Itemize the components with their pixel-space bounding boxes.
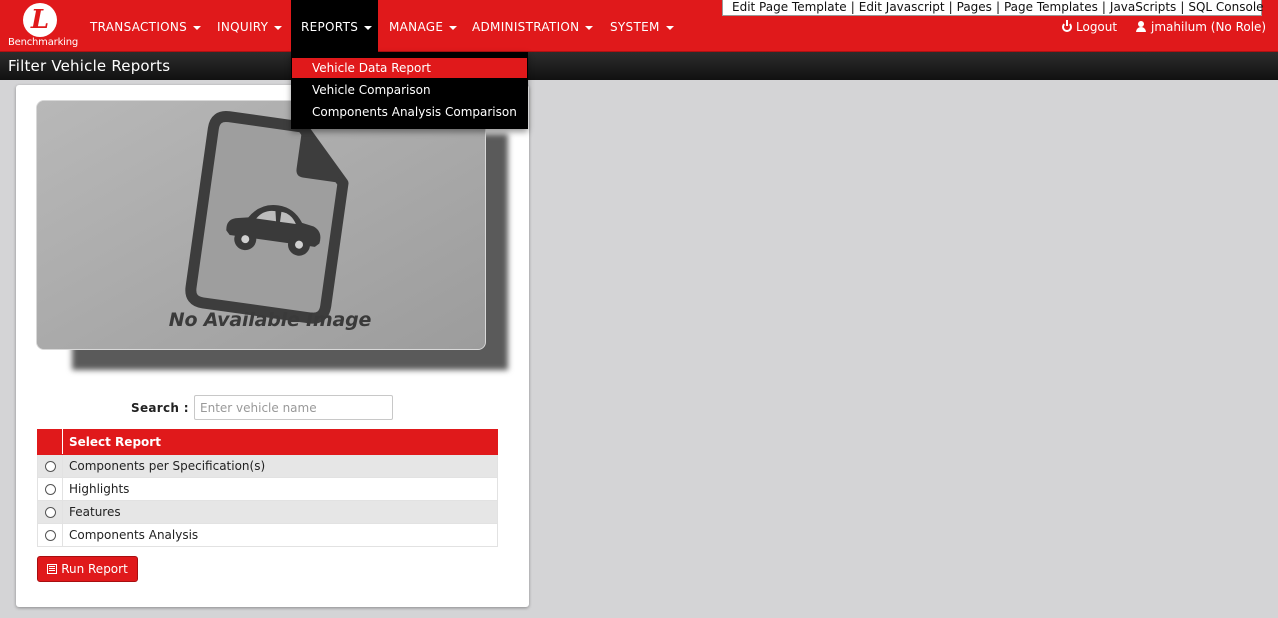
radio-cell xyxy=(37,454,63,478)
user-icon xyxy=(1136,21,1146,32)
search-label: Search : xyxy=(131,401,189,415)
page-header-bar: Filter Vehicle Reports xyxy=(0,52,1278,80)
user-menu[interactable]: jmahilum (No Role) xyxy=(1136,20,1266,34)
devbar-link-javascripts[interactable]: JavaScripts xyxy=(1110,0,1176,14)
list-icon xyxy=(47,564,58,574)
logo-letter: L xyxy=(30,5,50,35)
run-report-button[interactable]: Run Report xyxy=(37,556,138,582)
caret-down-icon xyxy=(274,25,283,30)
nav-label: SYSTEM xyxy=(610,20,660,34)
nav-label: MANAGE xyxy=(389,20,444,34)
nav-label: INQUIRY xyxy=(217,20,269,34)
power-icon xyxy=(1062,20,1072,32)
brand-logo[interactable]: L Benchmarking xyxy=(6,3,78,50)
caret-down-icon xyxy=(585,25,594,30)
devbar-link-edit-page-template[interactable]: Edit Page Template xyxy=(732,0,847,14)
no-image-placeholder: No Available Image xyxy=(36,100,486,350)
radio-cell xyxy=(37,523,63,547)
table-row[interactable]: Highlights xyxy=(37,477,498,501)
menu-item-components-analysis-comparison[interactable]: Components Analysis Comparison xyxy=(292,102,527,122)
logo-circle: L xyxy=(23,3,57,37)
report-name: Highlights xyxy=(62,477,498,501)
logout-label: Logout xyxy=(1076,20,1118,34)
no-image-caption: No Available Image xyxy=(168,309,372,331)
table-row[interactable]: Features xyxy=(37,500,498,524)
separator: | xyxy=(1180,0,1185,14)
brand-name: Benchmarking xyxy=(8,37,79,48)
nav-label: REPORTS xyxy=(301,20,359,34)
user-name: jmahilum (No Role) xyxy=(1151,20,1267,34)
report-radio[interactable] xyxy=(44,507,56,518)
radio-cell xyxy=(37,477,63,501)
devbar-link-page-templates[interactable]: Page Templates xyxy=(1004,0,1098,14)
devbar-link-edit-javascript[interactable]: Edit Javascript xyxy=(859,0,945,14)
table-row[interactable]: Components per Specification(s) xyxy=(37,454,498,478)
radio-cell xyxy=(37,500,63,524)
caret-down-icon xyxy=(364,25,373,30)
menu-item-vehicle-data-report[interactable]: Vehicle Data Report xyxy=(292,58,527,78)
vehicle-search-input[interactable] xyxy=(194,395,393,420)
filter-panel: No Available Image Search : Select Repor… xyxy=(16,85,529,607)
nav-label: ADMINISTRATION xyxy=(472,20,580,34)
nav-inquiry[interactable]: INQUIRY xyxy=(207,0,292,52)
separator: | xyxy=(995,0,1000,14)
logout-link[interactable]: Logout xyxy=(1062,20,1117,34)
report-name: Components per Specification(s) xyxy=(62,454,498,478)
vehicle-image-frame: No Available Image xyxy=(36,100,511,375)
devbar-link-sql-console[interactable]: SQL Console xyxy=(1188,0,1263,14)
report-radio[interactable] xyxy=(44,484,56,495)
nav-reports[interactable]: REPORTS xyxy=(291,0,378,52)
nav-transactions[interactable]: TRANSACTIONS xyxy=(80,0,211,52)
nav-system[interactable]: SYSTEM xyxy=(600,0,684,52)
report-select-table: Select Report Components per Specificati… xyxy=(37,429,498,547)
report-name: Features xyxy=(62,500,498,524)
dev-toolbar: Edit Page Template | Edit Javascript | Pages… xyxy=(722,0,1264,16)
report-radio[interactable] xyxy=(44,530,56,541)
report-name: Components Analysis xyxy=(62,523,498,547)
report-radio[interactable] xyxy=(44,461,56,472)
nav-administration[interactable]: ADMINISTRATION xyxy=(462,0,603,52)
table-row[interactable]: Components Analysis xyxy=(37,523,498,547)
caret-down-icon xyxy=(193,25,202,30)
menu-item-vehicle-comparison[interactable]: Vehicle Comparison xyxy=(292,80,527,100)
caret-down-icon xyxy=(665,25,674,30)
caret-down-icon xyxy=(449,25,458,30)
separator: | xyxy=(948,0,953,14)
table-header-row: Select Report xyxy=(37,429,498,455)
run-report-label: Run Report xyxy=(61,562,128,576)
separator: | xyxy=(850,0,855,14)
nav-label: TRANSACTIONS xyxy=(90,20,188,34)
devbar-link-pages[interactable]: Pages xyxy=(957,0,992,14)
header-radio-column xyxy=(37,429,63,455)
separator: | xyxy=(1101,0,1106,14)
table-header-select-report: Select Report xyxy=(62,429,498,455)
page-title: Filter Vehicle Reports xyxy=(8,57,171,75)
reports-dropdown-menu: Vehicle Data Report Vehicle Comparison C… xyxy=(291,52,528,129)
nav-manage[interactable]: MANAGE xyxy=(379,0,467,52)
